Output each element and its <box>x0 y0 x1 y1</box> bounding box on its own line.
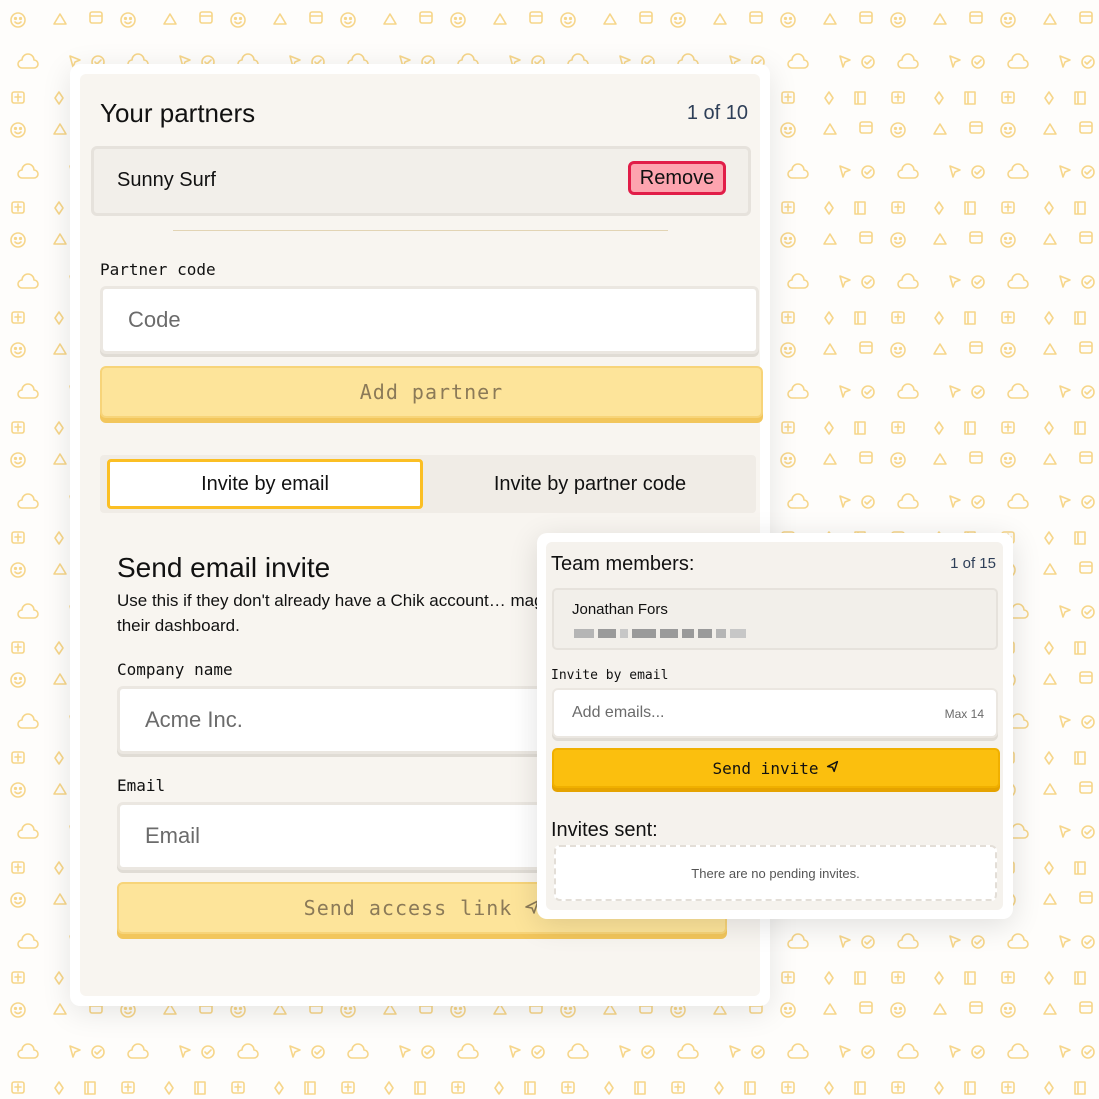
member-name: Jonathan Fors <box>572 601 668 618</box>
email-label: Email <box>117 776 166 795</box>
invite-by-email-label: Invite by email <box>551 668 669 683</box>
tab-invite-by-email[interactable]: Invite by email <box>107 459 423 509</box>
partner-code-placeholder: Code <box>128 307 181 332</box>
send-email-invite-title: Send email invite <box>117 552 331 583</box>
team-members-counter: 1 of 15 <box>950 555 996 572</box>
member-email-redacted <box>574 625 750 638</box>
max-emails-hint: Max 14 <box>944 707 984 721</box>
team-members-title: Team members: <box>551 553 695 575</box>
add-partner-button[interactable]: Add partner <box>100 366 763 418</box>
invites-sent-title: Invites sent: <box>551 819 658 841</box>
add-emails-input[interactable]: Add emails... Max 14 <box>552 688 998 738</box>
invite-tabs: Invite by email Invite by partner code <box>100 455 756 513</box>
team-panel: Team members: 1 of 15 Jonathan Fors Invi… <box>546 542 1003 910</box>
send-arrow-icon <box>826 760 839 777</box>
pending-invites-empty: There are no pending invites. <box>554 845 997 901</box>
company-name-placeholder: Acme Inc. <box>145 707 243 732</box>
send-invite-button[interactable]: Send invite <box>552 748 1000 788</box>
team-member-row: Jonathan Fors <box>552 588 998 650</box>
divider <box>173 230 668 231</box>
tab-invite-by-partner-code[interactable]: Invite by partner code <box>430 459 750 509</box>
partners-title: Your partners <box>100 98 256 128</box>
remove-partner-button[interactable]: Remove <box>628 161 726 195</box>
company-name-label: Company name <box>117 660 233 679</box>
send-invite-label: Send invite <box>712 758 819 778</box>
team-card: Team members: 1 of 15 Jonathan Fors Invi… <box>537 533 1013 919</box>
send-access-link-label: Send access link <box>303 896 513 920</box>
email-placeholder: Email <box>145 823 201 848</box>
partners-counter: 1 of 10 <box>686 102 748 124</box>
partner-name: Sunny Surf <box>117 169 216 191</box>
partner-code-input[interactable]: Code <box>100 286 759 354</box>
add-emails-placeholder: Add emails... <box>572 704 665 721</box>
partner-row: Sunny Surf Remove <box>91 146 751 216</box>
partner-code-label: Partner code <box>100 260 216 279</box>
